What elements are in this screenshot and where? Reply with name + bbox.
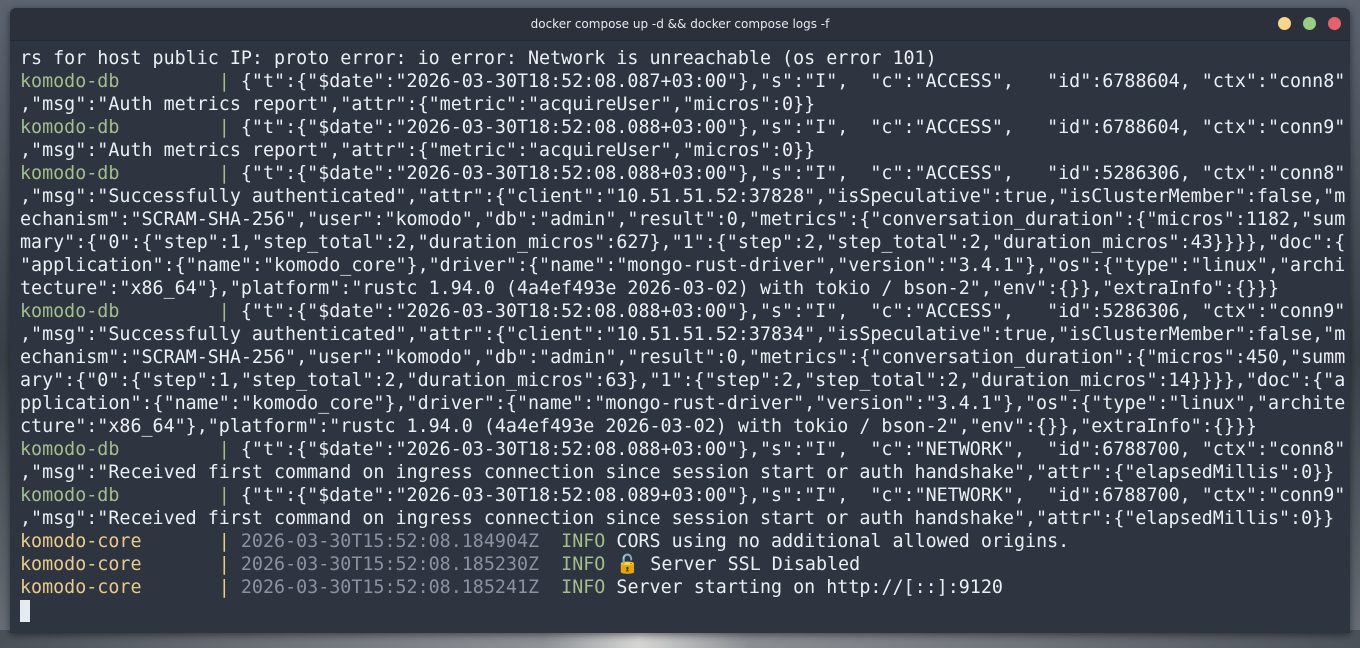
terminal-window: docker compose up -d && docker compose l… (10, 8, 1350, 633)
log-line: komodo-db | {"t":{"$date":"2026-03-30T18… (20, 438, 1345, 461)
log-line: komodo-core | 2026-03-30T15:52:08.185230… (20, 553, 1345, 576)
log-separator: | (218, 577, 230, 598)
service-name: komodo-db (20, 485, 219, 506)
log-line: komodo-core | 2026-03-30T15:52:08.184904… (20, 530, 1345, 553)
log-line: ,"msg":"Successfully authenticated","att… (20, 185, 1345, 208)
log-line: komodo-db | {"t":{"$date":"2026-03-30T18… (20, 484, 1345, 507)
service-name: komodo-core (20, 577, 219, 598)
log-message: ,"msg":"Auth metrics report","attr":{"me… (20, 94, 816, 115)
log-message: ,"msg":"Auth metrics report","attr":{"me… (20, 140, 816, 161)
log-message: Server starting on http://[::]:9120 (616, 577, 1003, 598)
service-name: komodo-db (20, 117, 219, 138)
log-level: INFO (561, 577, 606, 598)
log-separator: | (218, 71, 230, 92)
log-line: pplication":{"name":"komodo_core"},"driv… (20, 392, 1345, 415)
log-message: mary":{"0":{"step":1,"step_total":2,"dur… (20, 232, 1346, 253)
log-message: {"t":{"$date":"2026-03-30T18:52:08.088+0… (240, 163, 1346, 184)
log-line: tecture":"x86_64"},"platform":"rustc 1.9… (20, 277, 1345, 300)
service-name: komodo-core (20, 531, 219, 552)
log-line: komodo-db | {"t":{"$date":"2026-03-30T18… (20, 70, 1345, 93)
log-separator: | (218, 485, 230, 506)
log-separator: | (218, 439, 230, 460)
log-message: ,"msg":"Successfully authenticated","att… (20, 186, 1346, 207)
log-line: komodo-core | 2026-03-30T15:52:08.185241… (20, 576, 1345, 599)
log-line: ,"msg":"Received first command on ingres… (20, 507, 1345, 530)
log-line: komodo-db | {"t":{"$date":"2026-03-30T18… (20, 162, 1345, 185)
log-separator: | (218, 117, 230, 138)
prompt-line[interactable] (20, 599, 1345, 622)
log-line: ,"msg":"Auth metrics report","attr":{"me… (20, 93, 1345, 116)
log-message: {"t":{"$date":"2026-03-30T18:52:08.087+0… (240, 71, 1346, 92)
service-name: komodo-core (20, 554, 219, 575)
log-message: {"t":{"$date":"2026-03-30T18:52:08.088+0… (240, 117, 1346, 138)
log-line: ary":{"0":{"step":1,"step_total":2,"dura… (20, 369, 1345, 392)
log-line: komodo-db | {"t":{"$date":"2026-03-30T18… (20, 300, 1345, 323)
log-line: ,"msg":"Successfully authenticated","att… (20, 323, 1345, 346)
log-message: ,"msg":"Successfully authenticated","att… (20, 324, 1346, 345)
service-name: komodo-db (20, 301, 219, 322)
log-line: echanism":"SCRAM-SHA-256","user":"komodo… (20, 346, 1345, 369)
terminal-output[interactable]: rs for host public IP: proto error: io e… (20, 47, 1345, 627)
log-message: ,"msg":"Received first command on ingres… (20, 462, 1335, 483)
log-message: {"t":{"$date":"2026-03-30T18:52:08.088+0… (240, 301, 1346, 322)
log-line: cture":"x86_64"},"platform":"rustc 1.94.… (20, 415, 1345, 438)
log-message: {"t":{"$date":"2026-03-30T18:52:08.088+0… (240, 439, 1346, 460)
service-name: komodo-db (20, 439, 219, 460)
log-message: cture":"x86_64"},"platform":"rustc 1.94.… (20, 416, 1257, 437)
log-message: Server SSL Disabled (650, 554, 861, 575)
log-line: echanism":"SCRAM-SHA-256","user":"komodo… (20, 208, 1345, 231)
log-message: CORS using no additional allowed origins… (616, 531, 1070, 552)
maximize-button[interactable] (1303, 17, 1316, 30)
text-cursor (20, 600, 30, 622)
log-timestamp: 2026-03-30T15:52:08.185230Z (240, 554, 540, 575)
log-message: pplication":{"name":"komodo_core"},"driv… (20, 393, 1346, 414)
log-message: tecture":"x86_64"},"platform":"rustc 1.9… (20, 278, 1280, 299)
log-separator: | (218, 163, 230, 184)
titlebar[interactable]: docker compose up -d && docker compose l… (10, 8, 1350, 41)
log-message: echanism":"SCRAM-SHA-256","user":"komodo… (20, 209, 1346, 230)
log-line: "application":{"name":"komodo_core"},"dr… (20, 254, 1345, 277)
log-message: ary":{"0":{"step":1,"step_total":2,"dura… (20, 370, 1346, 391)
log-line: rs for host public IP: proto error: io e… (20, 47, 1345, 70)
log-message: ,"msg":"Received first command on ingres… (20, 508, 1335, 529)
log-separator: | (218, 554, 230, 575)
log-line: komodo-db | {"t":{"$date":"2026-03-30T18… (20, 116, 1345, 139)
log-message: echanism":"SCRAM-SHA-256","user":"komodo… (20, 347, 1346, 368)
window-title: docker compose up -d && docker compose l… (530, 17, 830, 31)
log-line: mary":{"0":{"step":1,"step_total":2,"dur… (20, 231, 1345, 254)
log-level: INFO (561, 531, 606, 552)
service-name: komodo-db (20, 71, 219, 92)
log-timestamp: 2026-03-30T15:52:08.185241Z (240, 577, 540, 598)
log-timestamp: 2026-03-30T15:52:08.184904Z (240, 531, 540, 552)
minimize-button[interactable] (1278, 17, 1291, 30)
log-message: rs for host public IP: proto error: io e… (20, 48, 937, 69)
log-message: {"t":{"$date":"2026-03-30T18:52:08.089+0… (240, 485, 1346, 506)
log-separator: | (218, 531, 230, 552)
lock-icon: 🔓 (616, 554, 640, 575)
log-message: "application":{"name":"komodo_core"},"dr… (20, 255, 1346, 276)
log-line: ,"msg":"Received first command on ingres… (20, 461, 1345, 484)
close-button[interactable] (1328, 17, 1341, 30)
service-name: komodo-db (20, 163, 219, 184)
log-separator: | (218, 301, 230, 322)
log-line: ,"msg":"Auth metrics report","attr":{"me… (20, 139, 1345, 162)
log-level: INFO (561, 554, 606, 575)
